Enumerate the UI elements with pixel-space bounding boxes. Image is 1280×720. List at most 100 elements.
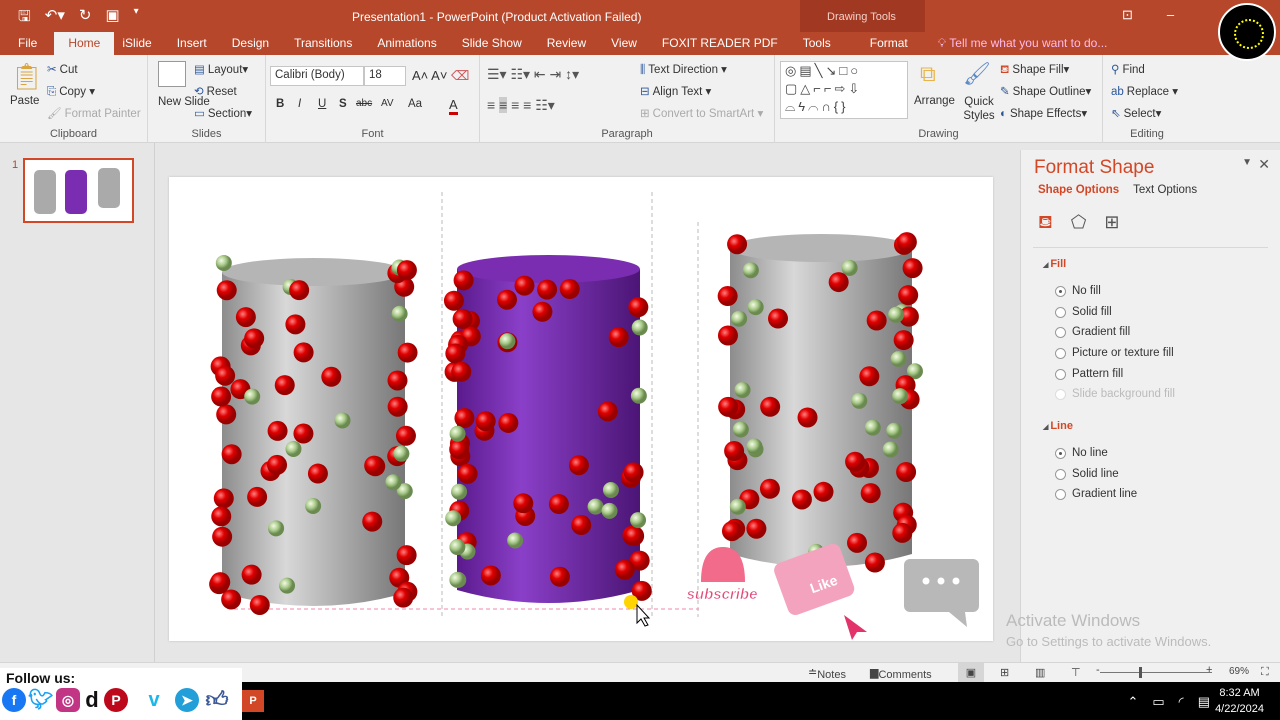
vimeo-icon[interactable]: v bbox=[142, 688, 166, 712]
cut-button[interactable]: ✂ Cut bbox=[47, 62, 78, 76]
tab-animations[interactable]: Animations bbox=[369, 32, 453, 55]
effects-pentagon-icon[interactable]: ⬠ bbox=[1071, 212, 1087, 236]
alignment-buttons[interactable]: ≡ ≡ ≡ ≡ ☷▾ bbox=[487, 97, 555, 114]
instagram-icon[interactable]: ◎ bbox=[56, 688, 80, 712]
undo-icon[interactable]: ↶▾ bbox=[45, 6, 65, 31]
underline-button[interactable]: U bbox=[318, 98, 326, 110]
tab-view[interactable]: View bbox=[603, 32, 654, 55]
customize-icon[interactable]: ▾ bbox=[134, 6, 139, 31]
radio-picture-fill[interactable]: Picture or texture fill bbox=[1055, 347, 1174, 359]
tab-shape-options[interactable]: Shape Options bbox=[1038, 184, 1119, 196]
paste-button[interactable]: Paste bbox=[10, 95, 39, 107]
pane-options-icon[interactable]: ▼ bbox=[1242, 157, 1252, 168]
radio-no-line[interactable]: No line bbox=[1055, 447, 1108, 459]
comments-button[interactable]: ▆ Comments bbox=[870, 666, 932, 681]
tab-design[interactable]: Design bbox=[224, 32, 286, 55]
close-icon[interactable]: ✕ bbox=[1258, 156, 1270, 173]
shape-fill-button[interactable]: ⛾ Shape Fill▾ bbox=[1000, 62, 1069, 78]
radio-gradient-fill[interactable]: Gradient fill bbox=[1055, 326, 1130, 338]
facebook-icon[interactable]: f bbox=[2, 688, 26, 712]
radio-solid-fill[interactable]: Solid fill bbox=[1055, 306, 1112, 318]
char-spacing-button[interactable]: AV bbox=[381, 98, 394, 109]
dailymotion-icon[interactable]: d bbox=[80, 688, 104, 712]
shapes-gallery[interactable]: ◎▤╲↘□○ ▢△⌐⌐⇨⇩ ⌓ϟ⌒∩{} bbox=[780, 61, 908, 119]
find-button[interactable]: ⚲ Find bbox=[1111, 62, 1145, 76]
zoom-level[interactable]: 69% bbox=[1229, 666, 1249, 677]
line-section-header[interactable]: Line bbox=[1043, 420, 1073, 432]
zoom-slider-thumb[interactable] bbox=[1139, 667, 1142, 678]
tab-transitions[interactable]: Transitions bbox=[286, 32, 369, 55]
italic-button[interactable]: I bbox=[298, 98, 301, 110]
replace-button[interactable]: ab Replace ▾ bbox=[1111, 84, 1178, 98]
tab-tools[interactable]: Tools bbox=[795, 32, 848, 55]
zoom-slider[interactable] bbox=[1100, 672, 1212, 673]
font-size-select[interactable]: 18 bbox=[364, 66, 406, 86]
shape-effects-button[interactable]: ◐ Shape Effects▾ bbox=[1000, 106, 1087, 120]
powerpoint-taskbar-icon[interactable]: P bbox=[242, 690, 264, 712]
tab-file[interactable]: File bbox=[10, 32, 54, 55]
quick-styles-button[interactable]: Quick Styles bbox=[959, 95, 999, 123]
ribbon-display-icon[interactable]: ⊡ bbox=[1122, 7, 1133, 23]
fill-line-icon[interactable]: ⛾ bbox=[1038, 212, 1053, 236]
tab-format[interactable]: Format bbox=[848, 32, 930, 55]
arrange-button[interactable]: Arrange bbox=[914, 95, 955, 107]
notification-icon[interactable]: ▤ bbox=[1198, 694, 1210, 710]
reset-button[interactable]: ⟲ Reset bbox=[194, 84, 237, 98]
tell-me-box[interactable]: 💡︎ Tell me what you want to do... bbox=[930, 32, 1125, 55]
radio-pattern-fill[interactable]: Pattern fill bbox=[1055, 368, 1123, 380]
notes-button[interactable]: ≐ Notes bbox=[808, 666, 846, 681]
select-button[interactable]: ⇖ Select▾ bbox=[1111, 106, 1161, 120]
font-color-button[interactable]: A bbox=[449, 97, 458, 115]
tab-text-options[interactable]: Text Options bbox=[1133, 184, 1197, 196]
wifi-icon[interactable]: ◜ bbox=[1179, 694, 1184, 710]
font-name-select[interactable]: Calibri (Body) bbox=[270, 66, 364, 86]
zoom-in-button[interactable]: + bbox=[1206, 664, 1212, 676]
thumbs-up-icon[interactable]: 👍︎ bbox=[205, 688, 229, 712]
radio-solid-line[interactable]: Solid line bbox=[1055, 468, 1119, 480]
shape-outline-button[interactable]: ✎ Shape Outline▾ bbox=[1000, 84, 1091, 98]
change-case-button[interactable]: Aa bbox=[408, 98, 422, 110]
radio-gradient-line[interactable]: Gradient line bbox=[1055, 488, 1137, 500]
fit-slide-icon[interactable]: ⛶ bbox=[1261, 666, 1269, 679]
reading-view-button[interactable]: ▥ bbox=[1035, 666, 1045, 679]
normal-view-button[interactable]: ▣ bbox=[958, 663, 984, 682]
tab-islide[interactable]: iSlide bbox=[114, 32, 168, 55]
show-hidden-icons[interactable]: ⌃ bbox=[1127, 694, 1138, 710]
list-buttons[interactable]: ☰▾ ☷▾ ⇤ ⇥ ↕▾ bbox=[487, 66, 579, 83]
clear-format-icon[interactable]: ⌫ bbox=[451, 68, 469, 83]
shadow-button[interactable]: S bbox=[339, 98, 347, 110]
twitter-icon[interactable]: 🐦︎ bbox=[28, 688, 53, 712]
save-icon[interactable]: 🖫 bbox=[18, 6, 31, 31]
convert-smartart-button[interactable]: ⊞ Convert to SmartArt ▾ bbox=[640, 106, 763, 120]
paste-icon[interactable]: 📋︎ bbox=[10, 61, 43, 92]
battery-icon[interactable]: ▭ bbox=[1152, 694, 1164, 710]
strikethrough-button[interactable]: abc bbox=[356, 98, 372, 109]
layout-button[interactable]: ▤ Layout▾ bbox=[194, 62, 248, 76]
new-slide-icon[interactable] bbox=[158, 61, 186, 87]
telegram-icon[interactable]: ➤ bbox=[175, 688, 199, 712]
slide-sorter-button[interactable]: ⊞ bbox=[1000, 666, 1009, 679]
tab-review[interactable]: Review bbox=[539, 32, 603, 55]
tab-insert[interactable]: Insert bbox=[169, 32, 224, 55]
slide-canvas[interactable]: subscribe Like bbox=[169, 177, 993, 641]
bold-button[interactable]: B bbox=[276, 98, 284, 110]
clock[interactable]: 8:32 AM 4/22/2024 bbox=[1215, 685, 1264, 717]
format-painter-button[interactable]: 🖌︎ Format Painter bbox=[47, 106, 141, 120]
copy-button[interactable]: ⎘ Copy ▾ bbox=[47, 84, 95, 99]
redo-icon[interactable]: ↻ bbox=[79, 6, 92, 31]
slideshow-view-button[interactable]: ⊤ bbox=[1071, 666, 1081, 679]
fill-section-header[interactable]: Fill bbox=[1043, 258, 1066, 270]
slide-thumbnail-1[interactable] bbox=[23, 158, 134, 223]
tab-home[interactable]: Home bbox=[54, 32, 115, 55]
slideshow-icon[interactable]: ▣ bbox=[105, 6, 119, 31]
font-size-buttons[interactable]: A˄ A˅ ⌫ bbox=[412, 68, 469, 84]
size-properties-icon[interactable]: ⊞ bbox=[1104, 212, 1119, 236]
section-button[interactable]: ▭ Section▾ bbox=[194, 106, 252, 120]
tab-foxit[interactable]: FOXIT READER PDF bbox=[654, 32, 795, 55]
align-text-button[interactable]: ⊟ Align Text ▾ bbox=[640, 84, 711, 98]
pinterest-icon[interactable]: P bbox=[104, 688, 128, 712]
text-direction-button[interactable]: ⫼ Text Direction ▾ bbox=[640, 62, 727, 77]
zoom-out-button[interactable]: - bbox=[1096, 664, 1100, 676]
minimize-icon[interactable]: – bbox=[1167, 7, 1174, 23]
radio-no-fill[interactable]: No fill bbox=[1055, 285, 1101, 297]
